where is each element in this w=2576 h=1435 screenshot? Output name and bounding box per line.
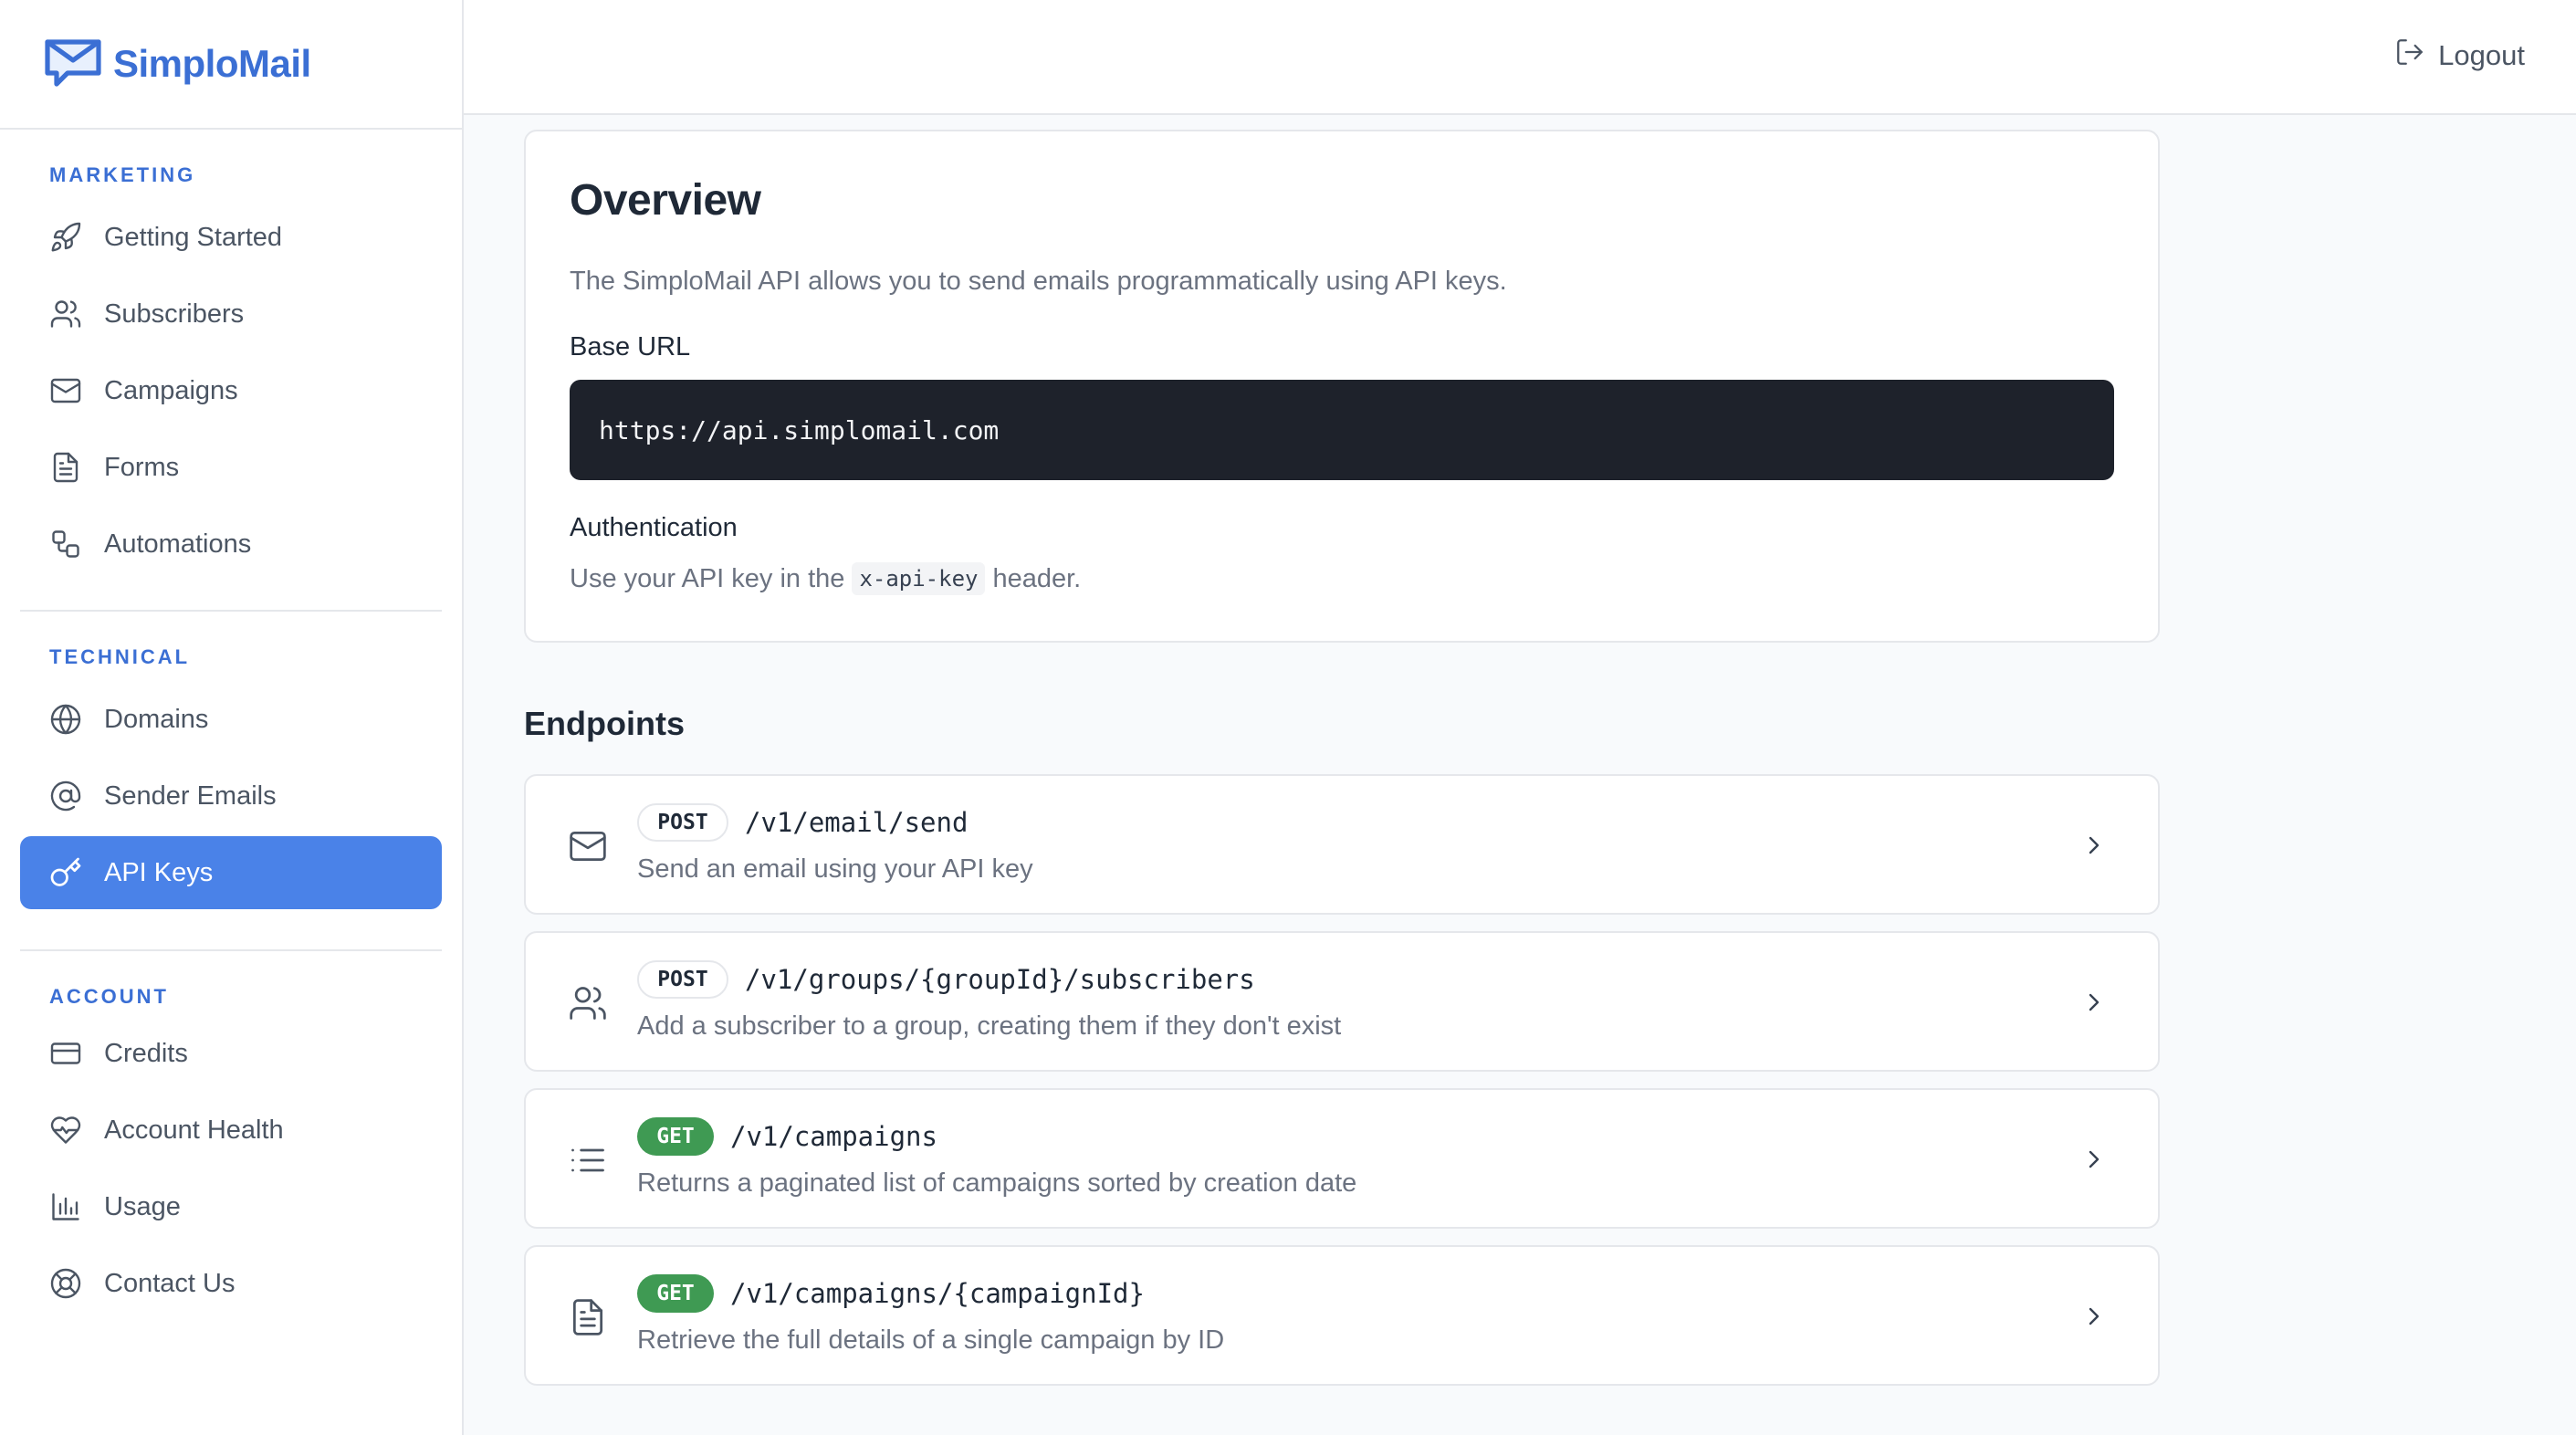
endpoint-description: Add a subscriber to a group, creating th… <box>637 1011 1342 1041</box>
overview-description: The SimploMail API allows you to send em… <box>570 267 1507 296</box>
sidebar: SimploMail MARKETING Getting Started Sub… <box>0 0 464 1435</box>
endpoint-path: /v1/email/send <box>745 807 969 838</box>
chevron-right-icon <box>2079 988 2109 1017</box>
chevron-right-icon <box>2079 1145 2109 1174</box>
sidebar-item-credits[interactable]: Credits <box>20 1017 442 1090</box>
brand[interactable]: SimploMail <box>0 0 462 130</box>
file-text-icon <box>568 1297 608 1337</box>
base-url-code-block[interactable]: https://api.simplomail.com <box>570 380 2114 480</box>
method-badge-post: POST <box>637 803 728 842</box>
overview-card: Overview The SimploMail API allows you t… <box>524 130 2160 643</box>
endpoint-description: Returns a paginated list of campaigns so… <box>637 1168 1357 1198</box>
sidebar-item-label: Campaigns <box>104 375 238 405</box>
chevron-right-icon <box>2079 831 2109 860</box>
sidebar-item-label: Usage <box>104 1191 181 1221</box>
logout-button[interactable]: Logout <box>2394 37 2525 75</box>
mail-logo-icon <box>42 35 104 94</box>
sidebar-item-label: API Keys <box>104 857 214 887</box>
top-bar: Logout <box>464 0 2576 115</box>
sidebar-item-api-keys[interactable]: API Keys <box>20 836 442 909</box>
rocket-icon <box>49 221 82 254</box>
sidebar-item-domains[interactable]: Domains <box>20 683 442 756</box>
sidebar-item-label: Domains <box>104 704 209 734</box>
sidebar-item-label: Subscribers <box>104 299 245 329</box>
workflow-icon <box>49 528 82 560</box>
brand-name: SimploMail <box>113 42 311 85</box>
section-title-account: ACCOUNT <box>49 985 169 1008</box>
at-sign-icon <box>49 780 82 812</box>
sidebar-item-label: Sender Emails <box>104 780 277 811</box>
sidebar-item-automations[interactable]: Automations <box>20 508 442 581</box>
authentication-label: Authentication <box>570 513 738 542</box>
globe-icon <box>49 703 82 736</box>
key-icon <box>49 856 82 889</box>
auth-text-before: Use your API key in the <box>570 563 845 593</box>
api-key-header-code: x-api-key <box>852 562 986 595</box>
mail-icon <box>568 826 608 866</box>
sidebar-item-campaigns[interactable]: Campaigns <box>20 354 442 427</box>
section-title-technical: TECHNICAL <box>49 645 191 668</box>
mail-icon <box>49 374 82 407</box>
list-icon <box>568 1140 608 1180</box>
method-badge-get: GET <box>637 1274 714 1313</box>
sidebar-item-sender-emails[interactable]: Sender Emails <box>20 759 442 833</box>
sidebar-section-marketing: MARKETING Getting Started Subscribers Ca… <box>0 159 462 581</box>
endpoint-row-list-campaigns[interactable]: GET /v1/campaigns Returns a paginated li… <box>524 1088 2160 1229</box>
sidebar-item-account-health[interactable]: Account Health <box>20 1094 442 1167</box>
method-badge-post: POST <box>637 960 728 999</box>
bar-chart-icon <box>49 1190 82 1223</box>
sidebar-item-getting-started[interactable]: Getting Started <box>20 201 442 274</box>
sidebar-item-usage[interactable]: Usage <box>20 1170 442 1243</box>
sidebar-item-forms[interactable]: Forms <box>20 431 442 504</box>
life-buoy-icon <box>49 1267 82 1300</box>
auth-text-after: header. <box>992 563 1082 593</box>
sidebar-item-label: Contact Us <box>104 1268 236 1298</box>
sidebar-item-label: Forms <box>104 452 180 482</box>
endpoint-row-send-email[interactable]: POST /v1/email/send Send an email using … <box>524 774 2160 915</box>
sidebar-item-label: Getting Started <box>104 222 283 252</box>
sidebar-item-subscribers[interactable]: Subscribers <box>20 278 442 351</box>
endpoint-path: /v1/campaigns/{campaignId} <box>730 1278 1145 1309</box>
endpoint-description: Send an email using your API key <box>637 854 1033 884</box>
endpoint-path: /v1/groups/{groupId}/subscribers <box>745 964 1255 995</box>
users-icon <box>49 298 82 330</box>
credit-card-icon <box>49 1037 82 1070</box>
base-url-value: https://api.simplomail.com <box>599 414 1000 445</box>
heart-pulse-icon <box>49 1114 82 1147</box>
endpoint-path: /v1/campaigns <box>730 1121 937 1152</box>
sidebar-item-label: Credits <box>104 1038 188 1068</box>
chevron-right-icon <box>2079 1302 2109 1331</box>
endpoint-row-add-subscriber[interactable]: POST /v1/groups/{groupId}/subscribers Ad… <box>524 931 2160 1072</box>
endpoint-description: Retrieve the full details of a single ca… <box>637 1325 1225 1355</box>
sidebar-divider <box>20 949 442 951</box>
users-icon <box>568 983 608 1023</box>
logout-icon <box>2394 37 2438 75</box>
endpoint-row-get-campaign[interactable]: GET /v1/campaigns/{campaignId} Retrieve … <box>524 1245 2160 1386</box>
base-url-label: Base URL <box>570 332 691 361</box>
sidebar-divider <box>20 610 442 612</box>
sidebar-item-label: Automations <box>104 529 252 559</box>
sidebar-item-label: Account Health <box>104 1115 284 1145</box>
authentication-text: Use your API key in the x-api-key header… <box>570 562 1081 595</box>
method-badge-get: GET <box>637 1117 714 1156</box>
sidebar-section-account: ACCOUNT Credits Account Health Usage Con… <box>0 980 462 1320</box>
sidebar-item-contact-us[interactable]: Contact Us <box>20 1247 442 1320</box>
page-title: Overview <box>570 176 761 225</box>
logout-label: Logout <box>2438 39 2525 71</box>
file-text-icon <box>49 451 82 484</box>
sidebar-section-technical: TECHNICAL Domains Sender Emails API Keys <box>0 641 462 909</box>
section-title-marketing: MARKETING <box>49 163 196 186</box>
endpoints-heading: Endpoints <box>524 705 685 742</box>
